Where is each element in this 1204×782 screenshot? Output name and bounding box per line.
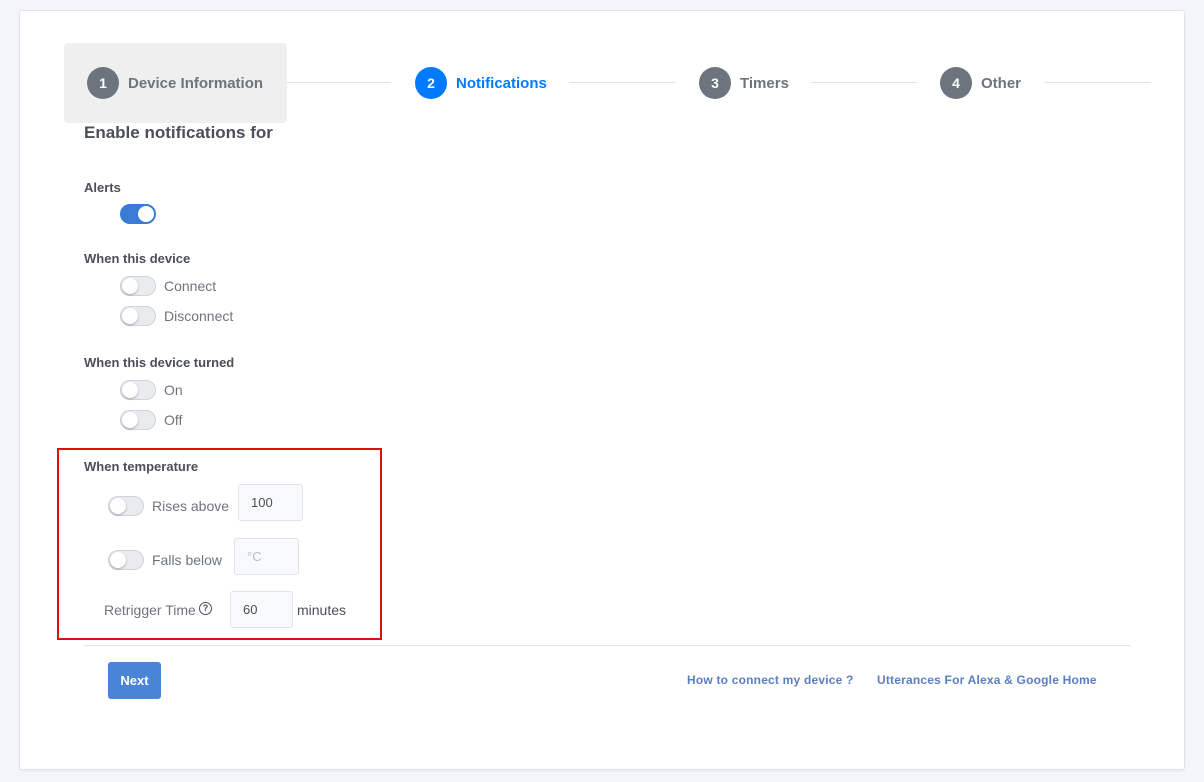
utterances-link[interactable]: Utterances For Alexa & Google Home bbox=[877, 673, 1097, 687]
toggle-knob bbox=[122, 382, 138, 398]
step-connector bbox=[569, 82, 675, 83]
alerts-label: Alerts bbox=[84, 180, 121, 195]
falls-below-label: Falls below bbox=[152, 552, 223, 568]
rises-above-input[interactable] bbox=[238, 484, 303, 521]
step-number: 4 bbox=[940, 67, 972, 99]
falls-below-toggle[interactable] bbox=[108, 550, 144, 570]
device-turned-label: When this device turned bbox=[84, 355, 235, 370]
temperature-label: When temperature bbox=[84, 459, 199, 474]
step-label: Device Information bbox=[128, 74, 264, 92]
toggle-knob bbox=[122, 278, 138, 294]
help-question-icon[interactable]: ? bbox=[199, 602, 212, 615]
toggle-knob bbox=[110, 552, 126, 568]
step-number: 2 bbox=[415, 67, 447, 99]
toggle-knob bbox=[110, 498, 126, 514]
step-notifications[interactable]: 2 Notifications bbox=[415, 67, 547, 99]
alerts-toggle[interactable] bbox=[120, 204, 156, 224]
step-connector bbox=[811, 82, 917, 83]
retrigger-time-label: Retrigger Time bbox=[104, 602, 196, 618]
divider bbox=[84, 645, 1130, 646]
disconnect-toggle[interactable] bbox=[120, 306, 156, 326]
turned-off-label: Off bbox=[164, 412, 183, 428]
retrigger-unit: minutes bbox=[297, 602, 347, 618]
step-timers[interactable]: 3 Timers bbox=[699, 67, 789, 99]
turned-on-toggle[interactable] bbox=[120, 380, 156, 400]
step-number: 1 bbox=[87, 67, 119, 99]
toggle-knob bbox=[138, 206, 154, 222]
how-to-connect-link[interactable]: How to connect my device ? bbox=[687, 673, 854, 687]
connect-toggle[interactable] bbox=[120, 276, 156, 296]
rises-above-label: Rises above bbox=[152, 498, 230, 514]
turned-on-label: On bbox=[164, 382, 183, 398]
falls-below-input[interactable] bbox=[234, 538, 299, 575]
step-other[interactable]: 4 Other bbox=[940, 67, 1021, 99]
step-label: Notifications bbox=[456, 74, 547, 92]
device-connection-label: When this device bbox=[84, 251, 191, 266]
section-title: Enable notifications for bbox=[84, 123, 273, 142]
toggle-knob bbox=[122, 412, 138, 428]
step-device-information[interactable]: 1 Device Information bbox=[87, 67, 263, 99]
toggle-knob bbox=[122, 308, 138, 324]
connect-label: Connect bbox=[164, 278, 217, 294]
step-connector bbox=[287, 82, 391, 83]
next-button[interactable]: Next bbox=[108, 662, 161, 699]
step-number: 3 bbox=[699, 67, 731, 99]
step-connector bbox=[1045, 82, 1151, 83]
retrigger-time-input[interactable] bbox=[230, 591, 293, 628]
turned-off-toggle[interactable] bbox=[120, 410, 156, 430]
step-label: Timers bbox=[740, 74, 789, 92]
step-label: Other bbox=[981, 74, 1022, 92]
rises-above-toggle[interactable] bbox=[108, 496, 144, 516]
disconnect-label: Disconnect bbox=[164, 308, 234, 324]
